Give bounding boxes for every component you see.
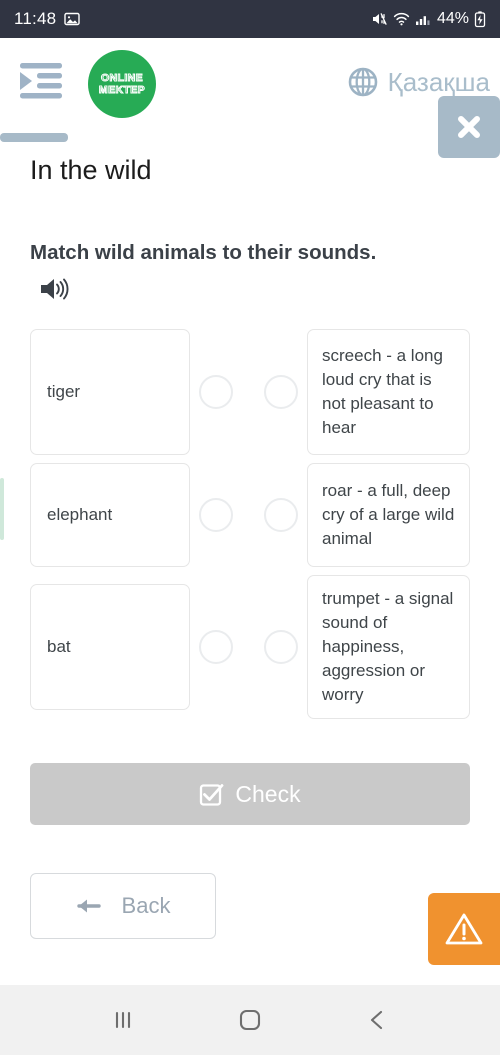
onlinemektep-logo[interactable]: ONLINE MEKTEP [88, 50, 156, 118]
warning-triangle-icon [445, 913, 483, 945]
connector-area [190, 375, 307, 409]
speaker-icon[interactable] [40, 276, 70, 302]
globe-icon [348, 67, 377, 97]
home-icon[interactable] [235, 1005, 265, 1035]
wifi-icon [393, 12, 410, 26]
breadcrumb-tab-stub [0, 133, 68, 142]
arrow-left-icon [76, 899, 101, 913]
language-switcher[interactable]: Қазақша [347, 66, 490, 98]
match-right-dot[interactable] [264, 630, 298, 664]
match-left-dot[interactable] [199, 498, 233, 532]
back-button-row: Back [0, 873, 500, 939]
lesson-content: In the wild Match wild animals to their … [0, 150, 500, 939]
page-title: In the wild [30, 155, 152, 185]
match-right-card[interactable]: trumpet - a signal sound of happiness, a… [307, 575, 470, 719]
match-row: tiger screech - a long loud cry that is … [0, 329, 500, 455]
mute-icon [372, 13, 387, 25]
back-button[interactable]: Back [30, 873, 216, 939]
task-instruction: Match wild animals to their sounds. [30, 241, 377, 264]
match-left-card[interactable]: elephant [30, 463, 190, 567]
check-button[interactable]: Check [30, 763, 470, 825]
indent-menu-icon[interactable] [18, 60, 64, 104]
match-left-card[interactable]: bat [30, 584, 190, 710]
back-button-label: Back [121, 893, 171, 918]
image-icon [64, 12, 80, 26]
status-bar-left: 11:48 [14, 9, 80, 29]
match-left-dot[interactable] [199, 375, 233, 409]
connector-area [190, 498, 307, 532]
match-right-card[interactable]: roar - a full, deep cry of a large wild … [307, 463, 470, 567]
logo-line-1: ONLINE [100, 72, 144, 85]
signal-icon [415, 16, 430, 25]
status-bar-right: 44% [371, 10, 486, 28]
match-task: tiger screech - a long loud cry that is … [0, 329, 500, 719]
app-header: ONLINE MEKTEP Қазақша [0, 38, 500, 158]
status-bar: 11:48 44% [0, 0, 500, 38]
language-label: Қазақша [387, 66, 490, 97]
match-left-card[interactable]: tiger [30, 329, 190, 455]
system-nav-bar [0, 985, 500, 1055]
close-icon [458, 116, 480, 138]
battery-percent: 44% [436, 10, 469, 27]
close-button[interactable] [438, 96, 500, 158]
check-button-label: Check [235, 780, 301, 807]
app-screen: 11:48 44% ONLINE MEKTEP Қазақша In the w… [0, 0, 500, 1055]
match-right-dot[interactable] [264, 498, 298, 532]
match-right-card[interactable]: screech - a long loud cry that is not pl… [307, 329, 470, 455]
match-left-dot[interactable] [199, 630, 233, 664]
recents-icon[interactable] [109, 1006, 137, 1034]
logo-line-2: MEKTEP [98, 84, 146, 97]
report-problem-button[interactable] [428, 893, 500, 965]
battery-charging-icon [474, 10, 486, 27]
connector-area [190, 630, 307, 664]
back-chevron-icon[interactable] [363, 1006, 391, 1034]
clock: 11:48 [14, 9, 57, 28]
match-right-dot[interactable] [264, 375, 298, 409]
checkbox-checked-icon [200, 783, 224, 806]
match-row: bat trumpet - a signal sound of happines… [0, 575, 500, 719]
match-row: elephant roar - a full, deep cry of a la… [0, 463, 500, 567]
